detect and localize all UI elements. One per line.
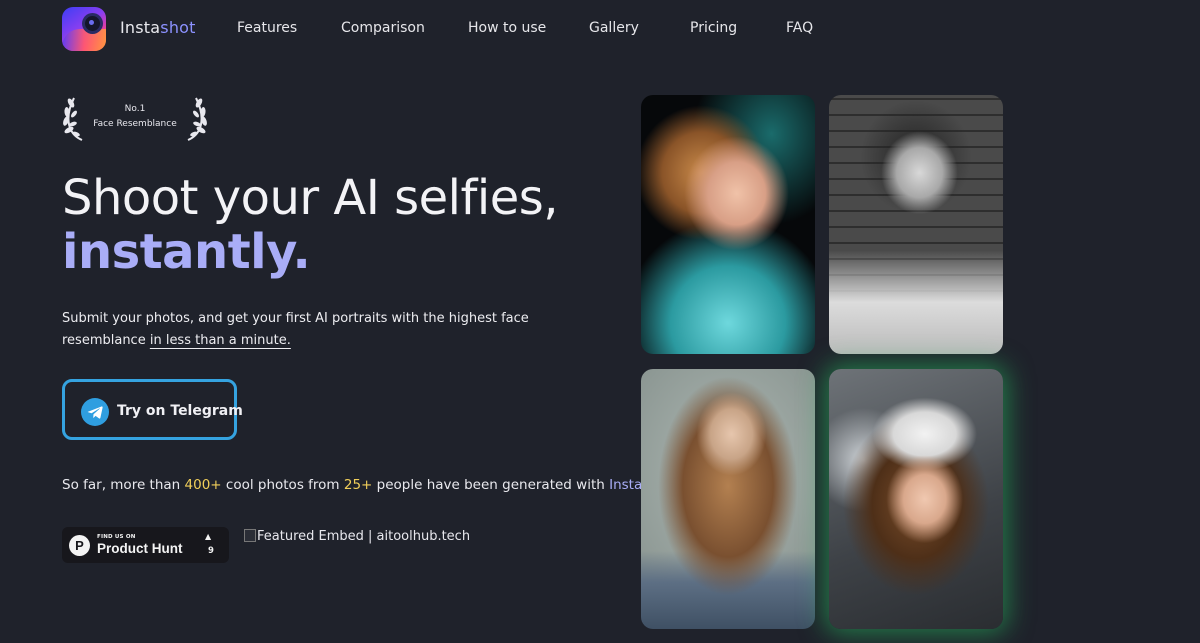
hero-subtitle: Submit your photos, and get your first A… [62,308,582,352]
stats-suffix: people have been generated with [372,477,610,493]
gallery-photo-3 [641,369,815,629]
hero-title: Shoot your AI selfies, [62,170,559,226]
laurel-right-icon [187,97,207,141]
laurel-left-icon [63,97,83,141]
hero-subtitle-highlight: in less than a minute. [149,333,291,348]
stats-prefix: So far, more than [62,477,185,493]
stats-people-count: 25+ [343,477,373,493]
stats-photos-count: 400+ [184,477,222,493]
nav-link-gallery[interactable]: Gallery [589,20,639,36]
product-hunt-badge[interactable]: P FIND US ON Product Hunt ▲ 9 [62,527,229,563]
broken-image-icon [244,529,256,542]
hero-title-accent: instantly. [62,224,311,280]
hero-subtitle-text: Submit your photos, and get your first A… [62,311,529,348]
award-badge: No.1 Face Resemblance [62,94,208,142]
top-navigation: Instashot Features Comparison How to use… [0,0,1200,60]
nav-link-how-to-use[interactable]: How to use [468,20,546,36]
brand-name-part2: shot [160,18,196,37]
nav-link-pricing[interactable]: Pricing [690,20,737,36]
gallery-photo-4 [829,369,1003,629]
product-hunt-caption: FIND US ON [97,534,136,540]
try-on-telegram-button[interactable]: Try on Telegram [62,379,243,440]
product-hunt-icon: P [69,535,90,556]
featured-embed-link[interactable]: Featured Embed | aitoolhub.tech [244,529,470,544]
upvote-arrow-icon: ▲ [205,532,212,541]
brand-name-part1: Insta [120,18,161,37]
generation-stats: So far, more than 400+ cool photos from … [62,477,671,493]
nav-link-features[interactable]: Features [237,20,297,36]
featured-embed-alt-text: Featured Embed | aitoolhub.tech [257,529,471,544]
product-hunt-title: Product Hunt [97,541,183,556]
gallery-photo-1 [641,95,815,354]
brand-name[interactable]: Instashot [120,18,196,37]
stats-middle: cool photos from [221,477,344,493]
upvote-count: 9 [208,546,214,556]
gallery-photo-2 [829,95,1003,354]
nav-link-faq[interactable]: FAQ [786,20,813,36]
try-on-telegram-label: Try on Telegram [117,403,243,419]
logo-lens-shape [85,16,100,31]
telegram-icon [81,398,109,426]
nav-link-comparison[interactable]: Comparison [341,20,425,36]
logo-fold-shape [62,29,106,51]
instashot-logo-icon[interactable] [62,7,106,51]
